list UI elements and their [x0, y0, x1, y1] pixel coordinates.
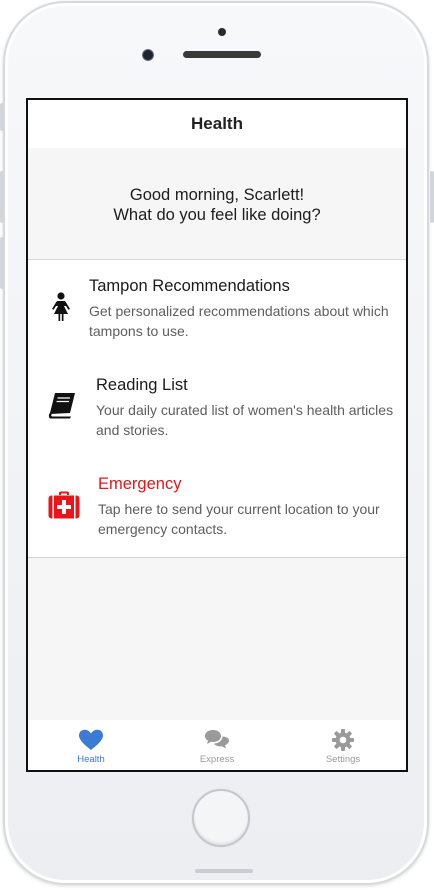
feature-list: Tampon Recommendations Get personalized …: [28, 260, 406, 558]
first-aid-kit-icon: [47, 490, 81, 520]
list-item-reading-list[interactable]: Reading List Your daily curated list of …: [28, 359, 406, 458]
volume-up-button: [0, 171, 4, 223]
item-title: Emergency: [98, 475, 182, 493]
empty-area: [28, 558, 406, 722]
heart-icon: [78, 728, 104, 752]
page-title: Health: [191, 114, 243, 133]
proximity-sensor: [218, 28, 226, 36]
tab-bar: Health Express Settings: [28, 720, 406, 770]
item-title: Tampon Recommendations: [89, 277, 290, 295]
item-description: Your daily curated list of women's healt…: [96, 402, 394, 438]
greeting-section: Good morning, Scarlett! What do you feel…: [28, 148, 406, 260]
tab-settings[interactable]: Settings: [280, 720, 406, 770]
tab-label: Health: [77, 754, 105, 765]
volume-down-button: [0, 237, 4, 289]
greeting-line-2: What do you feel like doing?: [113, 205, 321, 224]
item-description: Get personalized recommendations about w…: [89, 303, 389, 339]
list-item-emergency[interactable]: Emergency Tap here to send your current …: [28, 458, 406, 557]
tab-express[interactable]: Express: [154, 720, 280, 770]
navigation-bar: Health: [28, 100, 406, 148]
home-button[interactable]: [192, 789, 250, 847]
front-camera: [142, 49, 154, 61]
gear-icon: [330, 728, 356, 752]
greeting-line-1: Good morning, Scarlett!: [129, 185, 305, 204]
app-screen: Health Good morning, Scarlett! What do y…: [26, 98, 408, 772]
item-description: Tap here to send your current location t…: [98, 501, 380, 537]
item-title: Reading List: [96, 376, 188, 394]
tab-label: Settings: [325, 754, 361, 765]
tab-health[interactable]: Health: [28, 720, 154, 770]
power-button: [430, 171, 434, 223]
earpiece-speaker: [183, 51, 261, 58]
book-icon: [47, 391, 77, 421]
tab-label: Express: [199, 754, 235, 765]
mute-switch: [0, 103, 4, 131]
chat-bubbles-icon: [204, 728, 230, 752]
woman-icon: [46, 292, 76, 322]
bottom-edge: [195, 869, 253, 873]
list-item-tampon-recommendations[interactable]: Tampon Recommendations Get personalized …: [28, 260, 406, 359]
